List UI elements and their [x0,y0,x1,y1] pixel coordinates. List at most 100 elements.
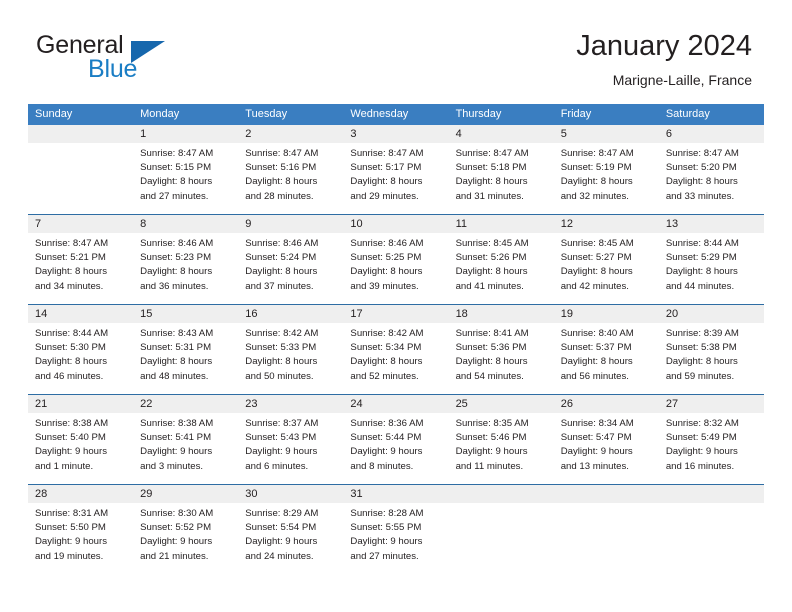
day-info-line: Sunrise: 8:43 AM [140,328,214,339]
day-info-line: Sunrise: 8:30 AM [140,508,214,519]
day-cell[interactable]: Sunrise: 8:42 AM Sunset: 5:33 PM Daylight:… [238,323,343,394]
week-day-detail-row: Sunrise: 8:31 AM Sunset: 5:50 PM Daylight:… [28,503,764,574]
day-number[interactable]: 9 [238,215,343,233]
day-number[interactable]: 24 [343,395,448,413]
day-info-line: Sunrise: 8:46 AM [140,238,214,249]
day-info-line: Daylight: 9 hours [245,446,318,458]
day-number[interactable]: 3 [343,125,448,143]
day-info-line: Sunset: 5:20 PM [665,162,737,174]
day-number[interactable]: 12 [554,215,659,233]
day-number[interactable]: 20 [659,305,764,323]
day-cell[interactable]: Sunrise: 8:47 AM Sunset: 5:19 PM Daylight:… [554,143,659,214]
day-cell[interactable]: Sunrise: 8:40 AM Sunset: 5:37 PM Daylight:… [554,323,659,394]
day-number[interactable]: 19 [554,305,659,323]
day-number[interactable]: 28 [28,485,133,503]
day-info-line: Sunrise: 8:42 AM [350,328,424,339]
day-number[interactable]: 22 [133,395,238,413]
weekday-header-thursday: Thursday [455,108,502,120]
day-info-line: Daylight: 8 hours [245,266,318,278]
day-info-line: Sunrise: 8:32 AM [665,418,739,429]
day-info-line: Daylight: 9 hours [140,536,213,548]
day-info-line: Sunrise: 8:38 AM [140,418,214,429]
day-number[interactable]: 25 [449,395,554,413]
title-block: January 2024 Marigne-Laille, France [576,28,752,90]
day-cell[interactable]: Sunrise: 8:39 AM Sunset: 5:38 PM Daylight:… [659,323,764,394]
day-number[interactable]: 27 [659,395,764,413]
day-cell[interactable]: Sunrise: 8:37 AM Sunset: 5:43 PM Daylight:… [238,413,343,484]
day-cell[interactable]: Sunrise: 8:47 AM Sunset: 5:18 PM Daylight:… [449,143,554,214]
day-info-line: Sunset: 5:43 PM [245,432,317,444]
day-cell[interactable]: Sunrise: 8:41 AM Sunset: 5:36 PM Daylight:… [449,323,554,394]
day-number[interactable]: 30 [238,485,343,503]
day-cell[interactable]: Sunrise: 8:45 AM Sunset: 5:27 PM Daylight:… [554,233,659,304]
day-info-line: Sunset: 5:31 PM [140,342,212,354]
day-cell[interactable]: Sunrise: 8:46 AM Sunset: 5:24 PM Daylight:… [238,233,343,304]
day-number[interactable]: 7 [28,215,133,233]
day-info-line: and 59 minutes. [665,370,735,382]
day-number[interactable]: 17 [343,305,448,323]
day-number[interactable]: 1 [133,125,238,143]
day-cell[interactable]: Sunrise: 8:36 AM Sunset: 5:44 PM Daylight:… [343,413,448,484]
day-number[interactable]: 16 [238,305,343,323]
day-number[interactable]: 13 [659,215,764,233]
day-info-line: Daylight: 9 hours [35,446,107,458]
day-cell-empty [554,503,659,574]
day-number[interactable]: 10 [343,215,448,233]
day-info-line: and 11 minutes. [455,460,524,472]
day-cell[interactable]: Sunrise: 8:38 AM Sunset: 5:40 PM Daylight:… [28,413,133,484]
day-number[interactable]: 11 [449,215,554,233]
day-number[interactable]: 15 [133,305,238,323]
day-info-line: Sunrise: 8:38 AM [35,418,109,429]
day-info-line: Sunrise: 8:47 AM [560,148,634,159]
day-info-line: and 16 minutes. [665,460,735,472]
day-number[interactable]: 18 [449,305,554,323]
day-cell[interactable]: Sunrise: 8:47 AM Sunset: 5:15 PM Daylight:… [133,143,238,214]
day-info-line: Daylight: 8 hours [455,266,528,278]
calendar-week-row: 7 8 9 10 11 12 13 Sunrise: 8:47 AM Sunset: 5:21 … [28,214,764,304]
day-number[interactable]: 5 [554,125,659,143]
day-number[interactable]: 14 [28,305,133,323]
day-number[interactable]: 2 [238,125,343,143]
day-cell[interactable]: Sunrise: 8:44 AM Sunset: 5:30 PM Daylight:… [28,323,133,394]
day-cell[interactable]: Sunrise: 8:38 AM Sunset: 5:41 PM Daylight:… [133,413,238,484]
day-cell[interactable]: Sunrise: 8:47 AM Sunset: 5:16 PM Daylight:… [238,143,343,214]
day-info-line: Daylight: 8 hours [245,356,318,368]
day-cell[interactable]: Sunrise: 8:44 AM Sunset: 5:29 PM Daylight:… [659,233,764,304]
day-info-line: Sunrise: 8:45 AM [560,238,634,249]
day-cell[interactable]: Sunrise: 8:46 AM Sunset: 5:23 PM Daylight:… [133,233,238,304]
day-cell[interactable]: Sunrise: 8:45 AM Sunset: 5:26 PM Daylight:… [449,233,554,304]
day-info-line: and 32 minutes. [560,190,629,202]
day-info-line: Sunrise: 8:47 AM [35,238,109,249]
day-cell[interactable]: Sunrise: 8:42 AM Sunset: 5:34 PM Daylight:… [343,323,448,394]
day-cell[interactable]: Sunrise: 8:46 AM Sunset: 5:25 PM Daylight:… [343,233,448,304]
day-info-line: Sunset: 5:18 PM [455,162,527,174]
day-number[interactable]: 26 [554,395,659,413]
day-cell[interactable]: Sunrise: 8:47 AM Sunset: 5:20 PM Daylight:… [659,143,764,214]
day-info-line: Sunrise: 8:40 AM [560,328,634,339]
day-number[interactable]: 29 [133,485,238,503]
day-info-line: Sunrise: 8:44 AM [35,328,109,339]
day-number[interactable]: 8 [133,215,238,233]
day-cell[interactable]: Sunrise: 8:29 AM Sunset: 5:54 PM Daylight:… [238,503,343,574]
day-cell[interactable]: Sunrise: 8:47 AM Sunset: 5:21 PM Daylight:… [28,233,133,304]
day-info-line: Sunset: 5:41 PM [140,432,212,444]
day-info-line: Sunrise: 8:47 AM [665,148,739,159]
day-number[interactable]: 21 [28,395,133,413]
brand-logo[interactable]: General Blue [36,31,256,91]
day-cell[interactable]: Sunrise: 8:28 AM Sunset: 5:55 PM Daylight:… [343,503,448,574]
day-number[interactable]: 31 [343,485,448,503]
day-cell[interactable]: Sunrise: 8:47 AM Sunset: 5:17 PM Daylight:… [343,143,448,214]
day-cell[interactable]: Sunrise: 8:43 AM Sunset: 5:31 PM Daylight:… [133,323,238,394]
day-info-line: and 42 minutes. [560,280,629,292]
day-info-line: Sunset: 5:49 PM [665,432,737,444]
day-cell[interactable]: Sunrise: 8:31 AM Sunset: 5:50 PM Daylight:… [28,503,133,574]
day-cell[interactable]: Sunrise: 8:30 AM Sunset: 5:52 PM Daylight:… [133,503,238,574]
day-number[interactable]: 23 [238,395,343,413]
day-cell[interactable]: Sunrise: 8:34 AM Sunset: 5:47 PM Daylight:… [554,413,659,484]
weekday-header-monday: Monday [140,108,180,120]
day-cell[interactable]: Sunrise: 8:32 AM Sunset: 5:49 PM Daylight:… [659,413,764,484]
day-info-line: and 27 minutes. [350,550,419,562]
day-number[interactable]: 4 [449,125,554,143]
day-number[interactable]: 6 [659,125,764,143]
day-cell[interactable]: Sunrise: 8:35 AM Sunset: 5:46 PM Daylight:… [449,413,554,484]
